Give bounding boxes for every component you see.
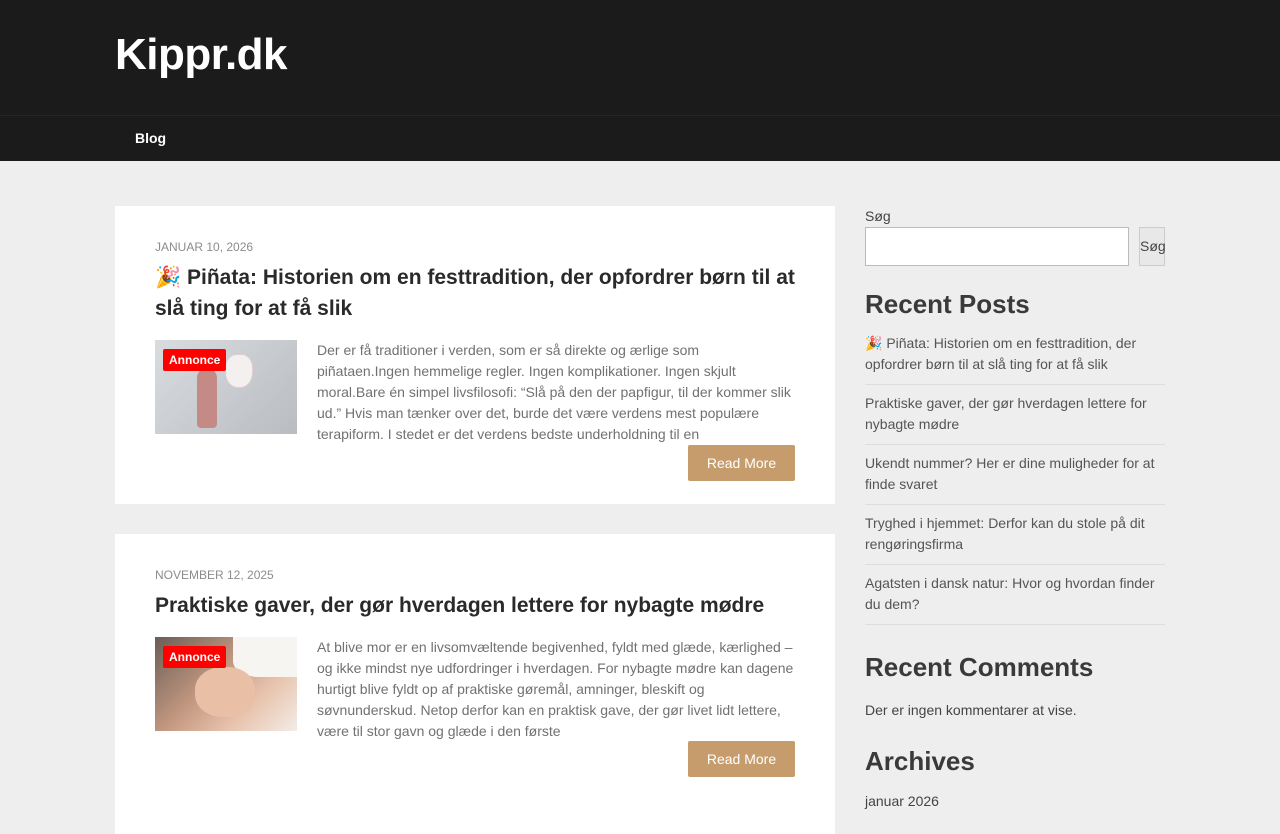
- recent-posts-list: 🎉 Piñata: Historien om en festtradition,…: [865, 333, 1165, 633]
- site-title-link[interactable]: Kippr.dk: [115, 30, 288, 80]
- recent-post-link[interactable]: Praktiske gaver, der gør hverdagen lette…: [865, 393, 1165, 445]
- pinata-shape: [225, 354, 253, 388]
- recent-comments-title: Recent Comments: [865, 652, 1094, 682]
- post-title-link[interactable]: Praktiske gaver, der gør hverdagen lette…: [155, 590, 795, 621]
- recent-post-link[interactable]: 🎉 Piñata: Historien om en festtradition,…: [865, 333, 1165, 385]
- main-content: Januar 10, 2026 🎉 Piñata: Historien om e…: [0, 161, 1280, 834]
- post-card: November 12, 2025 Praktiske gaver, der g…: [115, 534, 835, 834]
- post-excerpt: Der er få traditioner i verden, som er s…: [317, 342, 791, 442]
- post-card: Januar 10, 2026 🎉 Piñata: Historien om e…: [115, 206, 835, 504]
- read-more-button[interactable]: Read More: [688, 445, 795, 481]
- ad-badge: Annonce: [163, 349, 227, 371]
- nav-item-blog[interactable]: Blog: [135, 130, 166, 146]
- ad-badge: Annonce: [163, 646, 227, 668]
- recent-post-link[interactable]: Ukendt nummer? Her er dine muligheder fo…: [865, 453, 1165, 505]
- hands-shape: [195, 667, 255, 717]
- archives-title: Archives: [865, 746, 975, 776]
- recent-post-link[interactable]: Agatsten i dansk natur: Hvor og hvordan …: [865, 573, 1165, 625]
- archive-link[interactable]: januar 2026: [865, 793, 939, 809]
- no-comments-text: Der er ingen kommentarer at vise.: [865, 702, 1077, 718]
- post-title-link[interactable]: 🎉 Piñata: Historien om en festtradition,…: [155, 262, 795, 324]
- search-button[interactable]: Søg: [1139, 227, 1166, 266]
- main-navigation: Blog: [0, 115, 1280, 161]
- post-date: Januar 10, 2026: [155, 240, 254, 254]
- child-figure-shape: [197, 368, 217, 428]
- post-body: Annonce Der er få traditioner i verden, …: [155, 340, 795, 442]
- search-input[interactable]: [865, 227, 1129, 266]
- post-thumbnail[interactable]: Annonce: [155, 637, 297, 731]
- read-more-button[interactable]: Read More: [688, 741, 795, 777]
- recent-posts-title: Recent Posts: [865, 289, 1030, 319]
- recent-post-link[interactable]: Tryghed i hjemmet: Derfor kan du stole p…: [865, 513, 1165, 565]
- post-body: Annonce At blive mor er en livsomvæltend…: [155, 637, 795, 739]
- site-header: Kippr.dk: [0, 0, 1280, 115]
- post-thumbnail[interactable]: Annonce: [155, 340, 297, 434]
- search-label: Søg: [865, 208, 891, 224]
- post-date: November 12, 2025: [155, 568, 274, 582]
- post-excerpt: At blive mor er en livsomvæltende begive…: [317, 639, 794, 739]
